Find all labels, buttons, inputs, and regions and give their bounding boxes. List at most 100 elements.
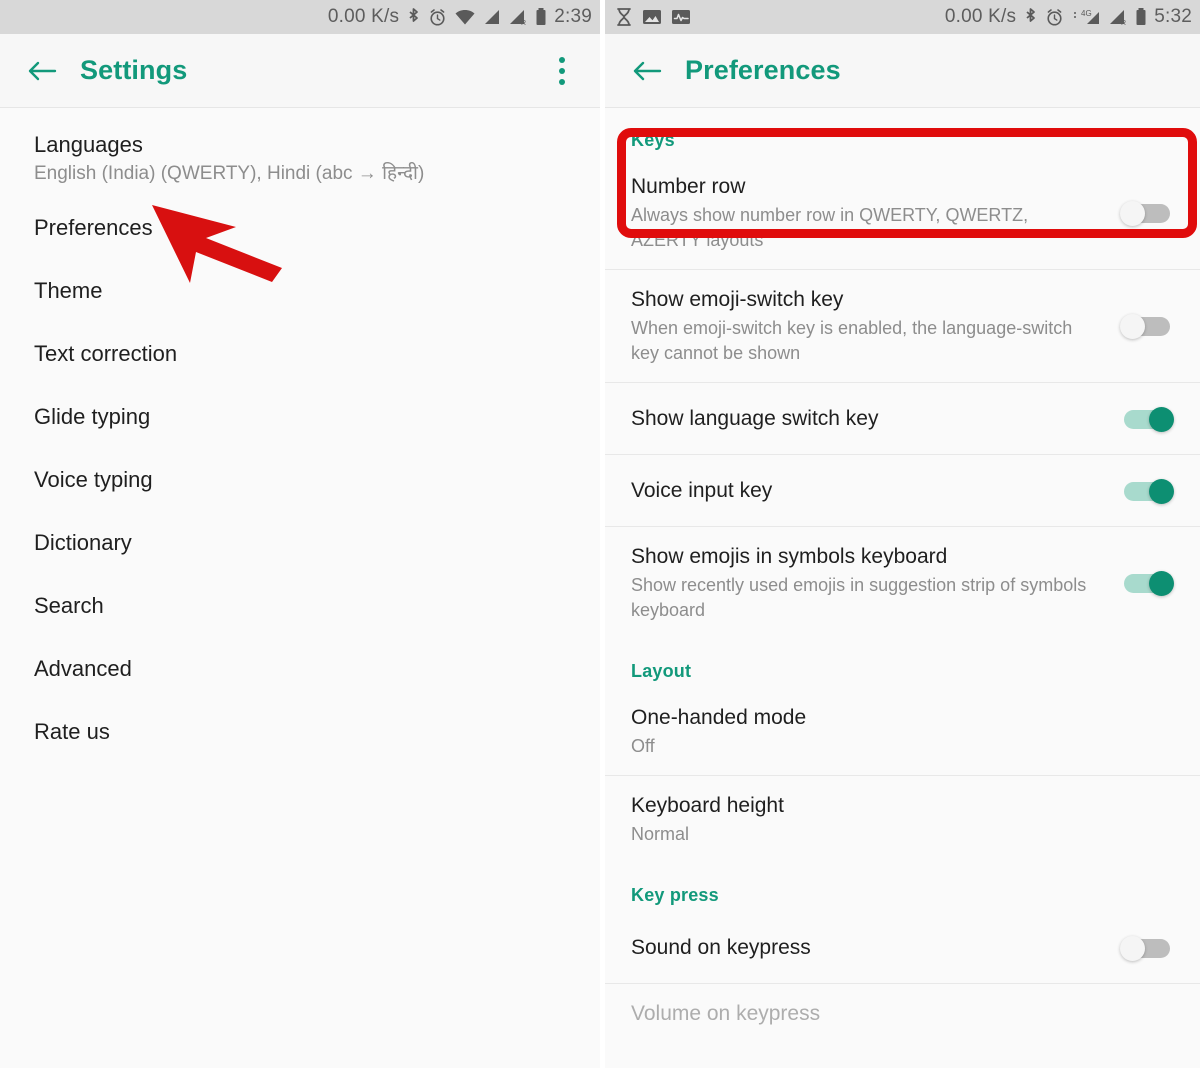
right-status-bar-left-group — [615, 7, 691, 27]
row-title: Sound on keypress — [631, 935, 811, 959]
list-item-title: Glide typing — [34, 403, 151, 429]
section-header-layout: Layout — [631, 661, 692, 681]
network-speed-text: 0.00 K/s — [327, 6, 400, 27]
row-title: Show emoji-switch key — [631, 288, 844, 311]
left-screen: 0.00 K/s R 2:39 Settings Languages Engli… — [0, 0, 600, 1068]
back-arrow-icon[interactable] — [22, 51, 62, 91]
setting-row-voice-input-key[interactable]: Voice input key — [605, 455, 1200, 527]
signal-roaming-icon: R — [508, 8, 528, 26]
row-title: Show language switch key — [631, 406, 879, 430]
sidebar-item-languages[interactable]: Languages English (India) (QWERTY), Hind… — [0, 122, 600, 196]
setting-row-volume-on-keypress[interactable]: Volume on keypress — [605, 984, 1200, 1044]
alarm-icon — [428, 8, 447, 27]
right-status-bar: 0.00 K/s 4G R 5:32 — [605, 0, 1200, 34]
list-item-title: Advanced — [34, 655, 132, 681]
image-icon — [642, 8, 662, 26]
row-subtitle: Off — [631, 736, 655, 756]
sidebar-item-theme[interactable]: Theme — [0, 259, 600, 322]
toggle-sound-on-keypress[interactable] — [1120, 935, 1174, 961]
list-item-title: Rate us — [34, 718, 110, 744]
battery-icon — [535, 7, 547, 27]
signal-icon — [483, 8, 501, 26]
hourglass-icon — [615, 7, 633, 27]
bluetooth-icon — [1023, 7, 1038, 27]
row-text-block: Show emoji-switch key When emoji-switch … — [631, 286, 1120, 366]
row-subtitle: Always show number row in QWERTY, QWERTZ… — [631, 205, 1029, 250]
list-item-title: Preferences — [34, 214, 153, 240]
list-item-title: Voice typing — [34, 466, 153, 492]
svg-text:R: R — [1121, 20, 1126, 26]
row-title: Volume on keypress — [631, 1002, 821, 1025]
row-text-block: Show emojis in symbols keyboard Show rec… — [631, 543, 1120, 623]
clock-text: 2:39 — [554, 6, 592, 27]
sidebar-item-glide-typing[interactable]: Glide typing — [0, 385, 600, 448]
sidebar-item-text-correction[interactable]: Text correction — [0, 322, 600, 385]
toggle-voice-input-key[interactable] — [1120, 478, 1174, 504]
row-text-block: Show language switch key — [631, 405, 1120, 433]
toggle-show-emoji-switch-key[interactable] — [1120, 314, 1174, 339]
list-item-title: Search — [34, 592, 104, 618]
row-text-block: Number row Always show number row in QWE… — [631, 173, 1120, 253]
more-options-icon[interactable] — [544, 51, 580, 91]
setting-row-show-language-switch-key[interactable]: Show language switch key — [605, 383, 1200, 455]
row-title: Voice input key — [631, 478, 773, 502]
sidebar-item-voice-typing[interactable]: Voice typing — [0, 448, 600, 511]
bluetooth-icon — [406, 7, 421, 27]
svg-text:4G: 4G — [1081, 9, 1092, 18]
section-header-key-press: Key press — [631, 885, 719, 905]
wifi-icon — [454, 8, 476, 26]
row-subtitle: Normal — [631, 824, 690, 844]
row-text-block: Volume on keypress — [631, 1000, 1174, 1028]
right-status-bar-right-group: 0.00 K/s 4G R 5:32 — [945, 6, 1192, 28]
activity-icon — [671, 8, 691, 26]
toggle-number-row[interactable] — [1120, 201, 1174, 226]
toggle-thumb — [1149, 478, 1174, 504]
left-app-bar: Settings — [0, 34, 600, 108]
clock-text: 5:32 — [1154, 6, 1192, 27]
sidebar-item-dictionary[interactable]: Dictionary — [0, 511, 600, 574]
setting-row-one-handed-mode[interactable]: One-handed mode Off — [605, 688, 1200, 776]
row-subtitle: When emoji-switch key is enabled, the la… — [631, 318, 1073, 363]
menu-dot — [559, 56, 565, 63]
section-header-keys: Keys — [631, 130, 675, 150]
page-title: Preferences — [685, 55, 841, 85]
toggle-show-language-switch-key[interactable] — [1120, 406, 1174, 432]
menu-dot — [559, 78, 565, 85]
toggle-show-emojis-in-symbols-keyboard[interactable] — [1120, 571, 1174, 596]
row-title: Keyboard height — [631, 794, 784, 817]
sidebar-item-preferences[interactable]: Preferences — [0, 196, 600, 259]
sidebar-item-rate-us[interactable]: Rate us — [0, 700, 600, 763]
dual-screenshot-container: 0.00 K/s R 2:39 Settings Languages Engli… — [0, 0, 1200, 1068]
signal-4g-icon: 4G — [1071, 8, 1101, 26]
right-app-bar: Preferences — [605, 34, 1200, 108]
network-speed-text: 0.00 K/s — [944, 6, 1017, 27]
setting-row-number-row[interactable]: Number row Always show number row in QWE… — [605, 157, 1200, 270]
page-title: Settings — [80, 55, 188, 85]
back-arrow-icon[interactable] — [627, 51, 667, 91]
list-item-title: Text correction — [34, 340, 178, 366]
row-title: Show emojis in symbols keyboard — [631, 545, 948, 568]
setting-row-keyboard-height[interactable]: Keyboard height Normal — [605, 776, 1200, 863]
svg-text:R: R — [521, 20, 526, 26]
alarm-icon — [1045, 8, 1064, 27]
sidebar-item-search[interactable]: Search — [0, 574, 600, 637]
left-status-bar: 0.00 K/s R 2:39 — [0, 0, 600, 34]
row-title: Number row — [631, 175, 746, 198]
toggle-thumb — [1149, 571, 1174, 596]
list-item-title: Theme — [34, 277, 103, 303]
setting-row-sound-on-keypress[interactable]: Sound on keypress — [605, 912, 1200, 984]
row-text-block: Voice input key — [631, 477, 1120, 505]
list-item-title: Languages — [34, 132, 143, 157]
setting-row-show-emojis-in-symbols-keyboard[interactable]: Show emojis in symbols keyboard Show rec… — [605, 527, 1200, 639]
list-item-title: Dictionary — [34, 529, 132, 555]
row-subtitle: Show recently used emojis in suggestion … — [631, 575, 1087, 620]
sidebar-item-advanced[interactable]: Advanced — [0, 637, 600, 700]
menu-dot — [559, 67, 565, 74]
setting-row-show-emoji-switch-key[interactable]: Show emoji-switch key When emoji-switch … — [605, 270, 1200, 383]
list-item-subtitle: English (India) (QWERTY), Hindi (abc → ह… — [34, 163, 425, 184]
row-text-block: Keyboard height Normal — [631, 792, 1174, 847]
toggle-thumb — [1120, 935, 1145, 961]
left-status-bar-right-group: 0.00 K/s R 2:39 — [328, 6, 592, 28]
row-text-block: One-handed mode Off — [631, 704, 1174, 759]
toggle-thumb — [1120, 314, 1145, 339]
